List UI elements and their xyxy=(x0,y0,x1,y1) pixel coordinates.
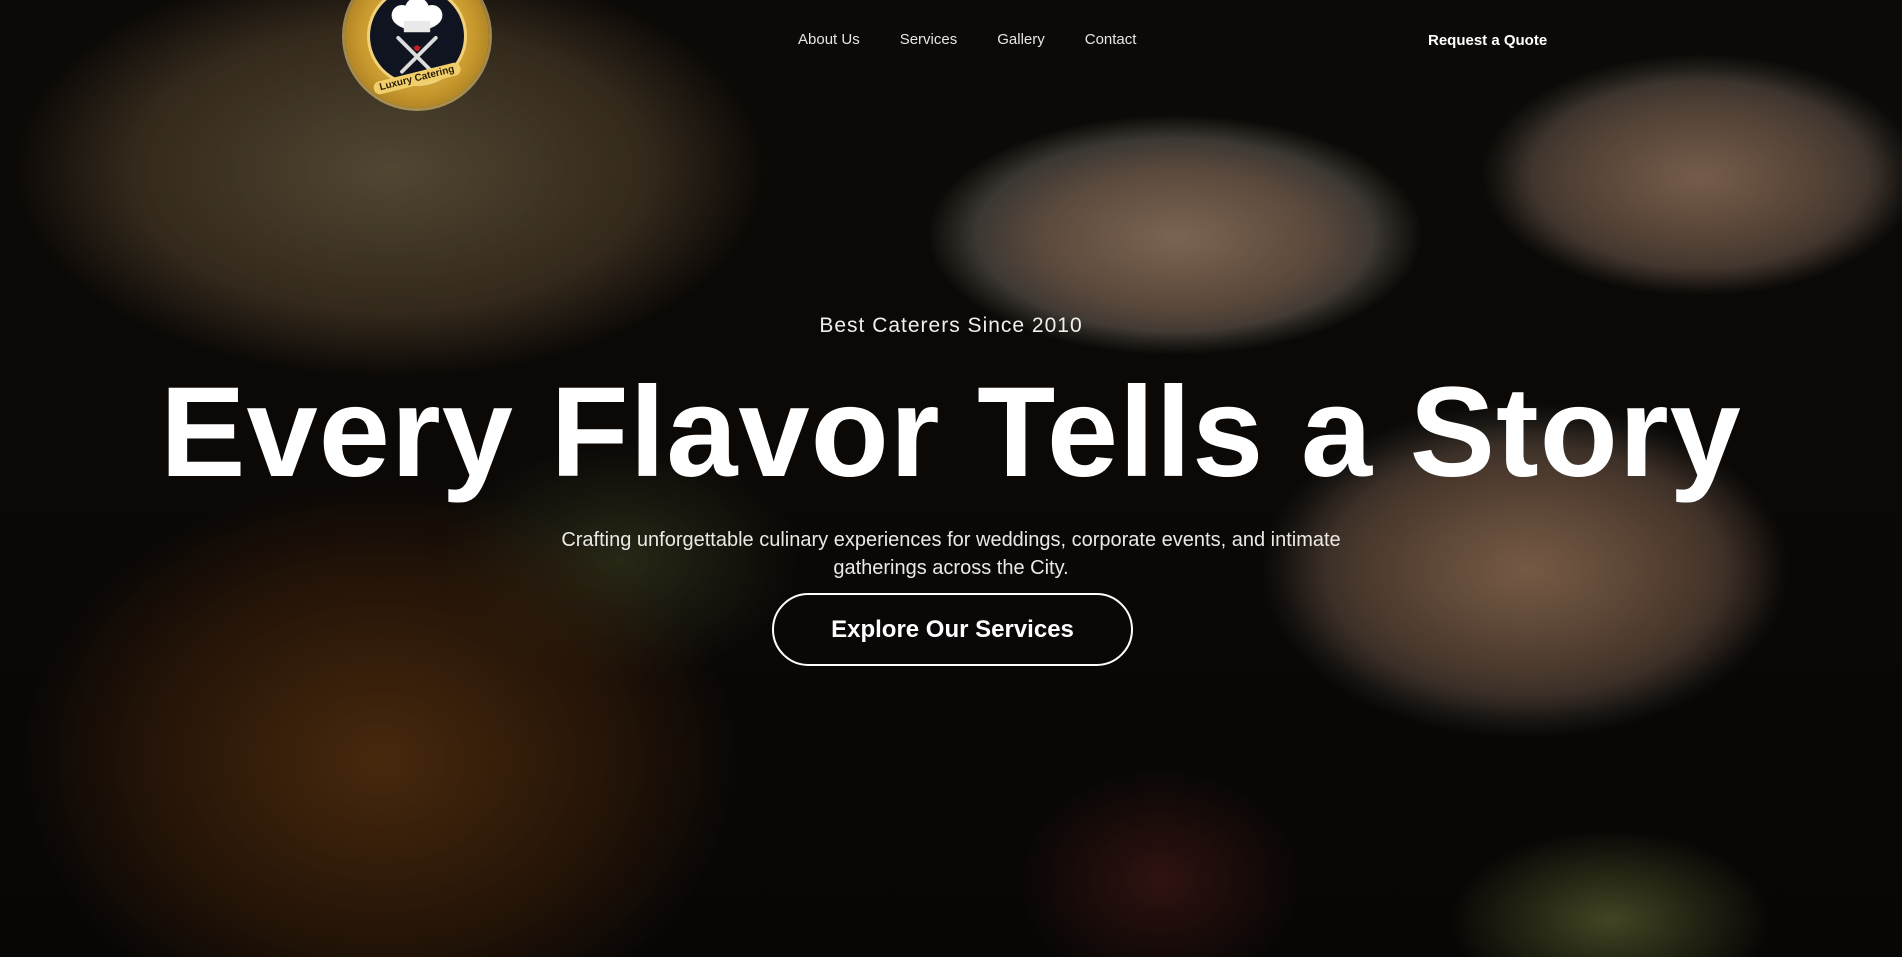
nav-link-gallery[interactable]: Gallery xyxy=(997,31,1045,48)
hero-content: Best Caterers Since 2010 Every Flavor Te… xyxy=(0,0,1902,957)
nav-link-contact[interactable]: Contact xyxy=(1085,31,1137,48)
hero-subtext: Crafting unforgettable culinary experien… xyxy=(561,529,1341,579)
explore-services-button[interactable]: Explore Our Services xyxy=(772,593,1133,666)
nav-link-services[interactable]: Services xyxy=(900,31,958,48)
request-quote-link[interactable]: Request a Quote xyxy=(1428,32,1547,49)
hero-headline: Every Flavor Tells a Story xyxy=(160,361,1742,504)
hero-eyebrow: Best Caterers Since 2010 xyxy=(819,314,1083,337)
navbar: Luxury Catering About Us Services Galler… xyxy=(0,0,1902,108)
main-nav: About Us Services Gallery Contact xyxy=(798,31,1136,48)
nav-link-about-us[interactable]: About Us xyxy=(798,31,860,48)
hero-section: Luxury Catering About Us Services Galler… xyxy=(0,0,1902,957)
